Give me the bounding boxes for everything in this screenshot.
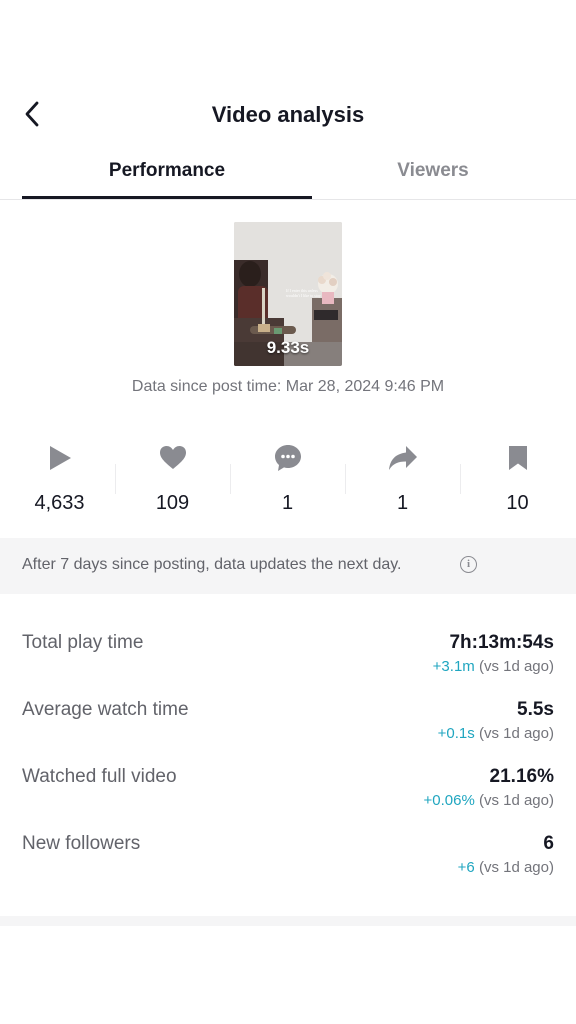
metric-total-play-time: Total play time 7h:13m:54s +3.1m (vs 1d … xyxy=(0,620,576,680)
play-icon xyxy=(2,440,117,476)
comment-icon xyxy=(230,440,345,476)
stat-value: 10 xyxy=(506,492,529,514)
notice-text: After 7 days since posting, data updates… xyxy=(22,556,402,573)
metric-delta: +6 xyxy=(457,859,475,876)
video-duration: 9.33s xyxy=(266,338,310,357)
page-title: Video analysis xyxy=(211,102,365,127)
metric-new-followers: New followers 6 +6 (vs 1d ago) xyxy=(0,821,576,881)
metric-compare: (vs 1d ago) xyxy=(478,658,554,675)
stat-saves: 10 xyxy=(460,440,575,520)
metric-watched-full-video: Watched full video 21.16% +0.06% (vs 1d … xyxy=(0,754,576,814)
stat-value: 1 xyxy=(396,492,409,514)
bookmark-icon xyxy=(460,440,575,476)
metric-average-watch-time: Average watch time 5.5s +0.1s (vs 1d ago… xyxy=(0,687,576,747)
tab-viewers[interactable]: Viewers xyxy=(288,160,576,182)
metric-value: 7h:13m:54s xyxy=(449,632,554,653)
engagement-stats: 4,633 109 1 1 10 xyxy=(0,440,576,520)
share-icon xyxy=(345,440,460,476)
metric-value: 21.16% xyxy=(489,766,554,787)
heart-icon xyxy=(115,440,230,476)
metric-label: Watched full video xyxy=(22,766,177,787)
tab-performance[interactable]: Performance xyxy=(22,160,312,182)
metric-compare: (vs 1d ago) xyxy=(478,725,554,742)
stat-likes: 109 xyxy=(115,440,230,520)
metric-compare: (vs 1d ago) xyxy=(478,859,554,876)
metric-value: 6 xyxy=(543,833,554,854)
stat-shares: 1 xyxy=(345,440,460,520)
metric-label: Total play time xyxy=(22,632,144,653)
info-icon[interactable]: i xyxy=(460,556,477,573)
metric-compare: (vs 1d ago) xyxy=(478,792,554,809)
metric-delta: +3.1m xyxy=(432,658,475,675)
metric-change: +0.06% (vs 1d ago) xyxy=(423,792,554,809)
stat-value: 109 xyxy=(155,492,190,514)
stat-value: 1 xyxy=(281,492,294,514)
header: Video analysis xyxy=(0,92,576,140)
metric-delta: +0.06% xyxy=(423,792,475,809)
svg-text:wouldn't I like to stay: wouldn't I like to stay xyxy=(286,293,321,298)
metric-change: +3.1m (vs 1d ago) xyxy=(433,658,554,675)
update-notice: After 7 days since posting, data updates… xyxy=(0,538,576,594)
metric-delta: +0.1s xyxy=(437,725,475,742)
tab-bar: Performance Viewers xyxy=(0,148,576,200)
stat-views: 4,633 xyxy=(2,440,117,520)
section-divider xyxy=(0,916,576,926)
stat-value: 4,633 xyxy=(34,492,85,514)
stat-comments: 1 xyxy=(230,440,345,520)
metric-change: +6 (vs 1d ago) xyxy=(458,859,554,876)
data-since-text: Data since post time: Mar 28, 2024 9:46 … xyxy=(131,378,445,395)
metric-label: Average watch time xyxy=(22,699,189,720)
video-thumbnail[interactable]: If I enter this unless wouldn't I like t… xyxy=(234,222,342,366)
active-tab-indicator xyxy=(22,196,312,199)
metric-label: New followers xyxy=(22,833,141,854)
metric-value: 5.5s xyxy=(517,699,554,720)
metric-change: +0.1s (vs 1d ago) xyxy=(438,725,554,742)
